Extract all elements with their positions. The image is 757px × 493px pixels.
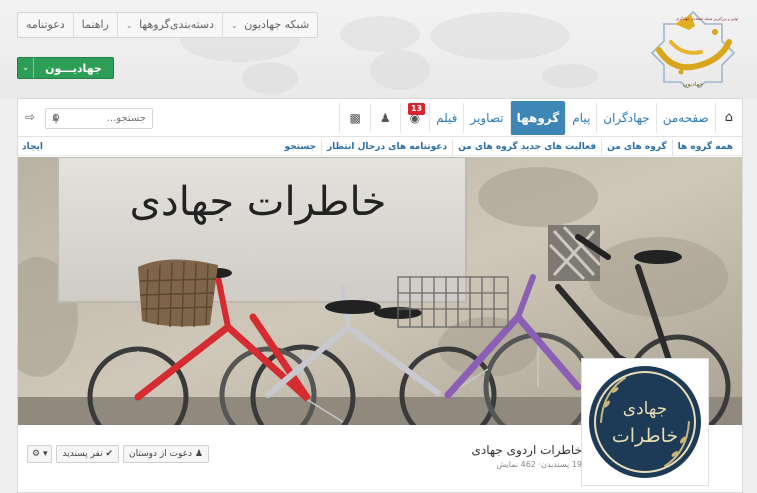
search-icon[interactable]: ⚲ — [52, 112, 60, 125]
caret-down-icon: ▾ — [42, 449, 48, 459]
check-icon: ✔ — [105, 449, 113, 459]
top-nav-network-label: شبکه جهادیون — [244, 18, 310, 31]
group-actions: ▾ ⚙ ✔ نفر پسندید ♟ دعوت از دوستان — [27, 445, 209, 463]
top-nav-help[interactable]: راهنما — [72, 13, 117, 37]
subtab-pending-invitations[interactable]: دعوتنامه های درحال انتظار — [320, 139, 452, 155]
subtab-group-activity[interactable]: فعالیت های جدید گروه های من — [452, 139, 601, 155]
logo-wordmark: جهادیون — [683, 81, 703, 88]
top-nav-help-label: راهنما — [81, 18, 109, 31]
subtab-all-groups[interactable]: همه گروه ها — [671, 139, 738, 155]
group-info: خاطرات اردوی جهادی 19 پسندیدن· 462 نمایش — [471, 443, 582, 469]
group-stats: 19 پسندیدن· 462 نمایش — [496, 460, 582, 469]
home-tab[interactable]: ⌂ — [714, 103, 742, 133]
tab-my-page[interactable]: صفحه‌من — [655, 103, 715, 133]
top-nav-invitation[interactable]: دعوتنامه — [18, 13, 73, 37]
group-avatar-text-bottom: خاطرات — [612, 425, 678, 447]
gear-icon: ⚙ — [32, 449, 41, 459]
tab-groups[interactable]: گروهها — [509, 101, 566, 135]
group-avatar[interactable]: جهادی خاطرات — [581, 358, 709, 486]
settings-menu-button[interactable]: ▾ ⚙ — [27, 445, 53, 463]
top-nav-invitation-label: دعوتنامه — [26, 18, 65, 31]
like-button[interactable]: ✔ نفر پسندید — [56, 445, 119, 463]
chat-tab[interactable]: ▩ — [339, 103, 369, 133]
site-logo[interactable]: اولین و بزرگترین شبکه اجتماعی جهادگران ج… — [645, 6, 741, 88]
like-button-label: نفر پسندید — [62, 449, 103, 459]
invite-friends-button[interactable]: ♟ دعوت از دوستان — [123, 445, 209, 463]
group-panel: ⌂ صفحه‌من جهادگران پیام گروهها تصاویر فی… — [17, 98, 743, 493]
top-nav: شبکه جهادیون ⌄ دسته‌بندی‌گروهها ⌄ راهنما… — [17, 12, 319, 38]
search-input[interactable] — [59, 113, 152, 124]
sub-tabs: همه گروه ها گروه های من فعالیت های جدید … — [280, 139, 738, 155]
create-group-link[interactable]: ایجاد — [22, 139, 43, 155]
tab-members[interactable]: جهادگران — [596, 103, 655, 133]
logout-icon[interactable]: ⇨ — [25, 110, 35, 124]
chevron-down-icon: ⌄ — [231, 21, 238, 30]
group-avatar-text-top: جهادی — [623, 399, 667, 419]
site-menu-button[interactable]: ⌄ جهادیـــون — [17, 57, 114, 79]
tab-photos[interactable]: تصاویر — [463, 103, 509, 133]
main-tabs: ⌂ صفحه‌من جهادگران پیام گروهها تصاویر فی… — [339, 101, 742, 135]
search-box: ♟ — [45, 108, 153, 129]
group-avatar-image: جهادی خاطرات — [585, 362, 705, 482]
chevron-down-icon: ⌄ — [18, 58, 34, 78]
top-nav-categories[interactable]: دسته‌بندی‌گروهها ⌄ — [116, 13, 222, 37]
main-nav: ⌂ صفحه‌من جهادگران پیام گروهها تصاویر فی… — [18, 99, 742, 137]
cover-sign-text: خاطرات جهادی — [129, 179, 387, 225]
notifications-tab[interactable]: ◉ 13 — [399, 103, 429, 133]
home-icon: ⌂ — [724, 110, 733, 125]
add-user-icon: ♟ — [194, 449, 203, 459]
site-menu-label: جهادیـــون — [45, 61, 102, 75]
subtab-search[interactable]: جستجو — [280, 139, 321, 155]
logo-tagline: اولین و بزرگترین شبکه اجتماعی جهادگران — [676, 16, 739, 21]
chevron-down-icon: ⌄ — [125, 21, 133, 30]
friends-tab[interactable]: ♟ — [369, 103, 400, 133]
invite-friends-label: دعوت از دوستان — [129, 449, 193, 459]
tab-messages[interactable]: پیام — [565, 103, 596, 133]
top-nav-categories-label: دسته‌بندی‌گروهها — [139, 18, 215, 31]
chat-icon: ▩ — [349, 111, 361, 125]
tab-videos[interactable]: فیلم — [429, 103, 463, 133]
subtab-my-groups[interactable]: گروه های من — [601, 139, 672, 155]
top-nav-network[interactable]: شبکه جهادیون ⌄ — [222, 13, 317, 37]
sub-nav: همه گروه ها گروه های من فعالیت های جدید … — [18, 139, 742, 156]
group-name[interactable]: خاطرات اردوی جهادی — [471, 443, 582, 457]
notification-badge: 13 — [407, 103, 426, 115]
users-icon: ♟ — [379, 111, 391, 125]
